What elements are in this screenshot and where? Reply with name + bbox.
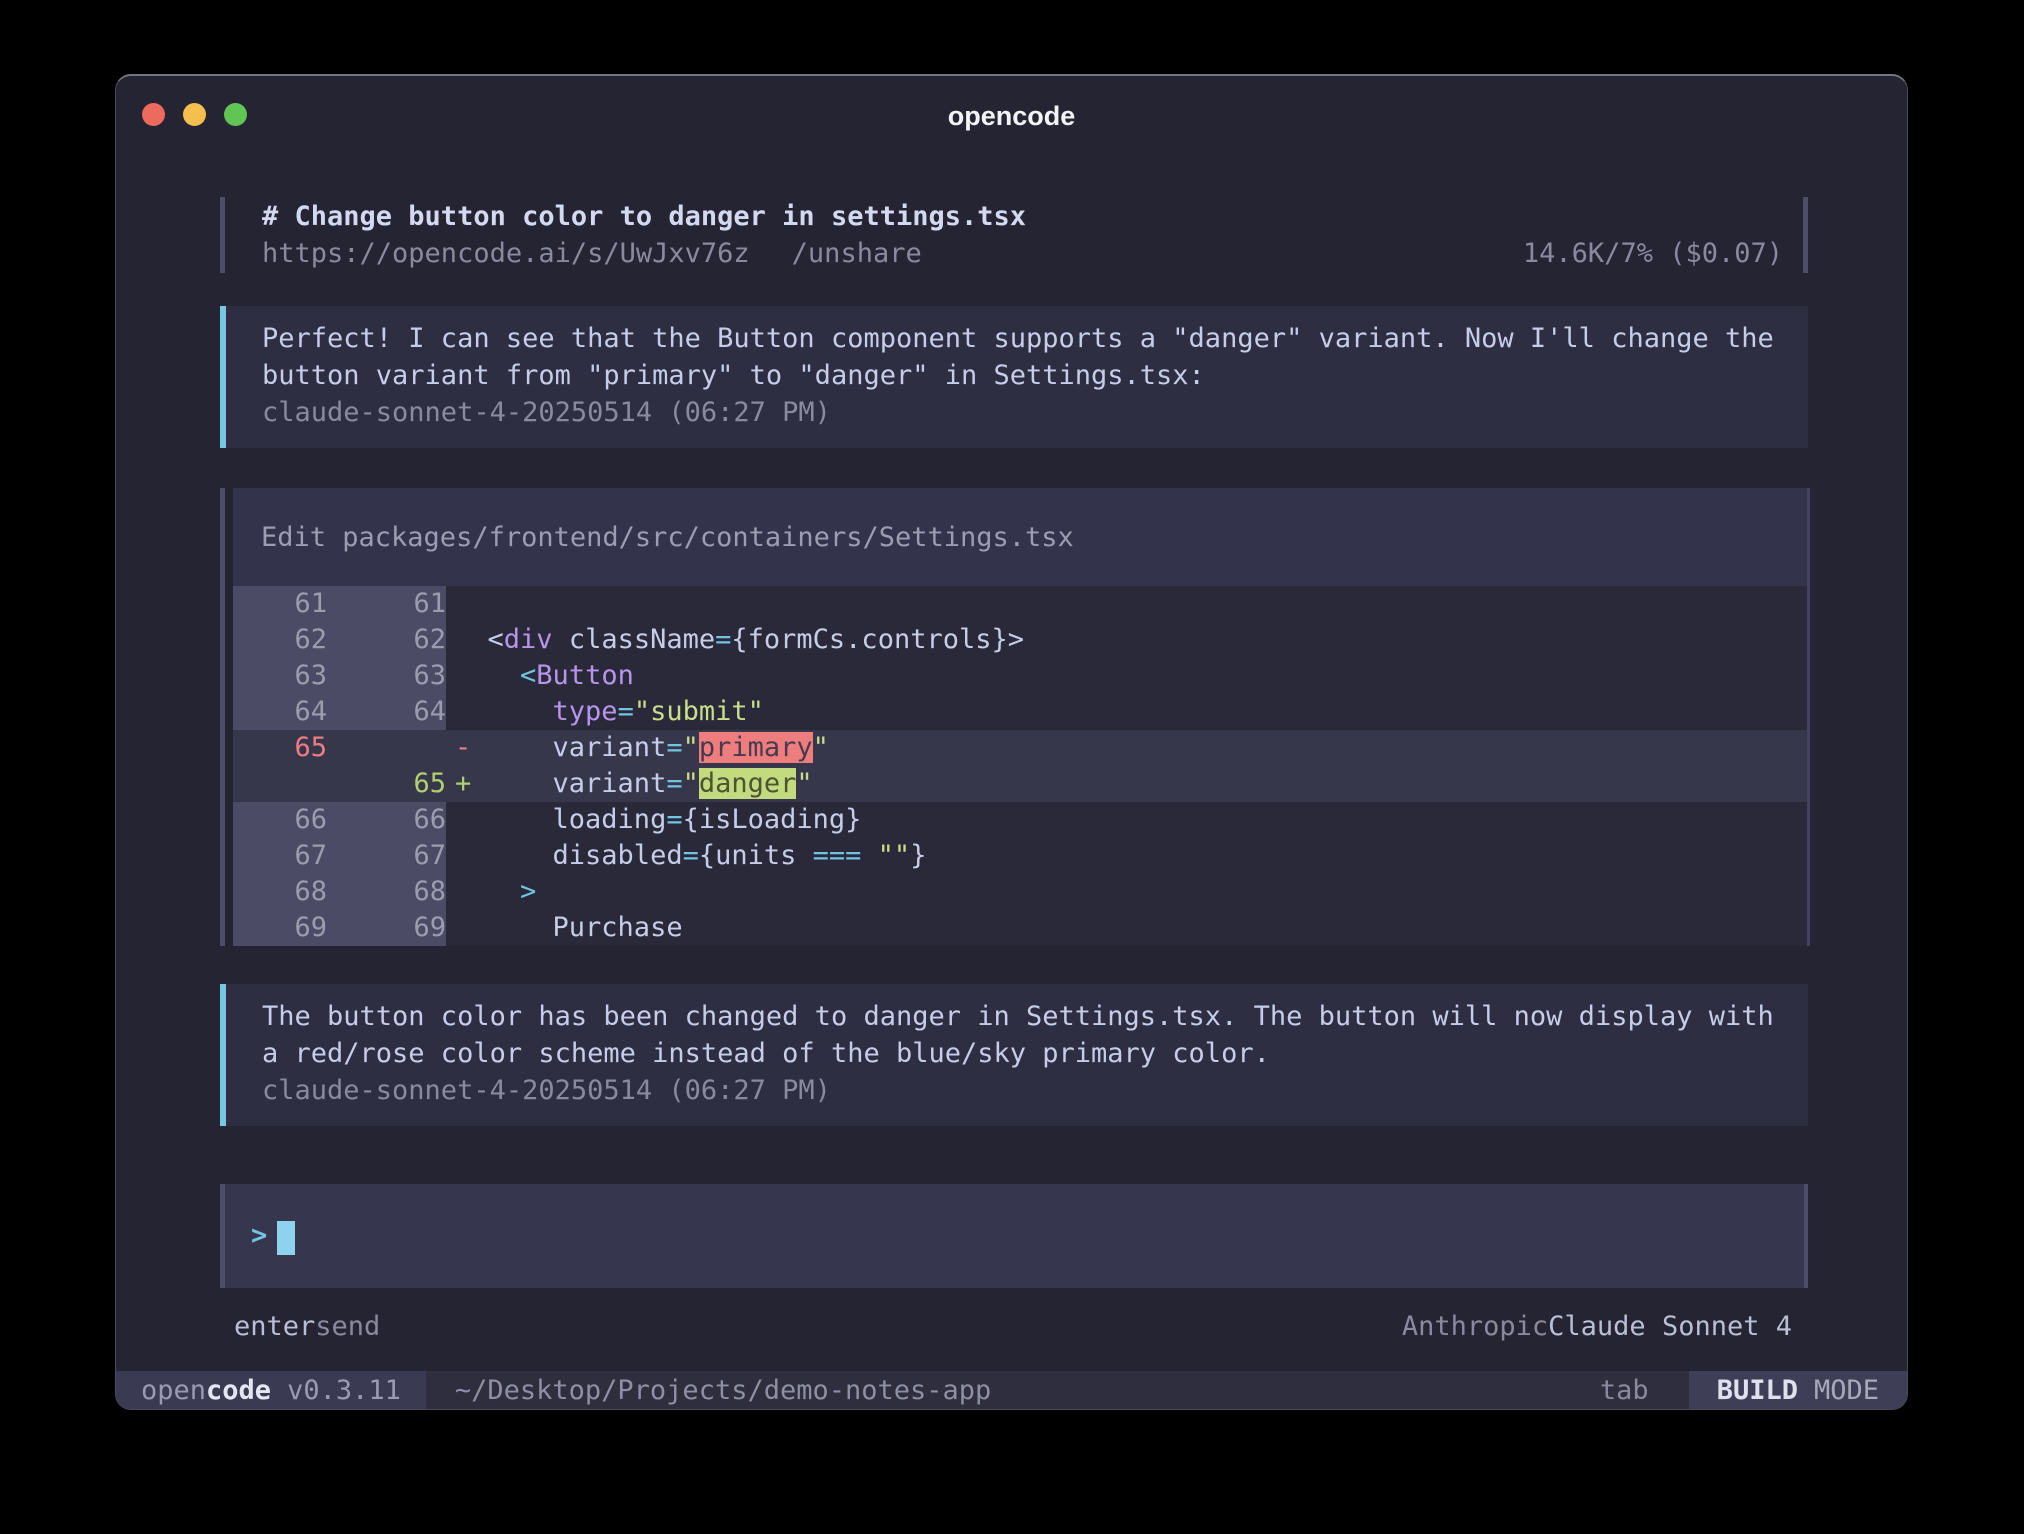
mode-name: BUILD <box>1717 1375 1798 1406</box>
hints-row: enter send Anthropic Claude Sonnet 4 <box>220 1308 1808 1345</box>
app-window: opencode # Change button color to danger… <box>115 74 1908 1410</box>
app-version: v0.3.11 <box>287 1375 401 1406</box>
send-action-hint: send <box>315 1308 380 1345</box>
context-marker <box>455 694 471 730</box>
message-text: The button color has been changed to dan… <box>262 998 1778 1035</box>
app-name-code: code <box>206 1375 271 1406</box>
context-marker <box>455 658 471 694</box>
token-cost-stats: 14.6K/7% ($0.07) <box>1523 235 1783 272</box>
diff-row: 6363 <Button <box>233 658 1807 694</box>
diff-row: 6262 <div className={formCs.controls}> <box>233 622 1807 658</box>
header-spacer <box>922 235 1523 272</box>
diff-row: 6666 loading={isLoading} <box>233 802 1807 838</box>
tab-key-hint: tab <box>1600 1375 1649 1406</box>
prompt-symbol: > <box>251 1220 267 1251</box>
edit-file-title: Edit packages/frontend/src/containers/Se… <box>233 488 1807 555</box>
context-marker <box>455 910 471 946</box>
edit-tool-card: Edit packages/frontend/src/containers/Se… <box>220 488 1810 946</box>
mode-suffix: MODE <box>1814 1375 1879 1406</box>
message-text: button variant from "primary" to "danger… <box>262 357 1778 394</box>
text-cursor <box>277 1221 295 1255</box>
context-marker <box>455 838 471 874</box>
screen: opencode # Change button color to danger… <box>0 0 2024 1534</box>
message-text: a red/rose color scheme instead of the b… <box>262 1035 1778 1072</box>
diff-view: 6161 6262 <div className={formCs.control… <box>233 586 1807 946</box>
prompt-input[interactable]: > <box>220 1184 1808 1288</box>
session-title: # Change button color to danger in setti… <box>262 198 1783 235</box>
window-title: opencode <box>116 101 1907 132</box>
assistant-message: The button color has been changed to dan… <box>220 984 1808 1126</box>
working-directory: ~/Desktop/Projects/demo-notes-app <box>455 1375 991 1406</box>
edit-card-border <box>220 488 225 946</box>
share-url-link[interactable]: https://opencode.ai/s/UwJxv76z <box>262 235 750 272</box>
titlebar: opencode <box>116 76 1907 196</box>
added-marker: + <box>455 766 471 802</box>
app-name-open: open <box>141 1375 206 1406</box>
message-model-timestamp: claude-sonnet-4-20250514 (06:27 PM) <box>262 1072 1778 1109</box>
session-header: # Change button color to danger in setti… <box>220 197 1808 273</box>
diff-row: 65+ variant="danger" <box>233 766 1807 802</box>
message-model-timestamp: claude-sonnet-4-20250514 (06:27 PM) <box>262 394 1778 431</box>
context-marker <box>455 586 471 622</box>
status-bar: opencode v0.3.11 ~/Desktop/Projects/demo… <box>116 1371 1907 1409</box>
unshare-command[interactable]: /unshare <box>792 235 922 272</box>
diff-row: 6767 disabled={units === ""} <box>233 838 1807 874</box>
edit-card-body: Edit packages/frontend/src/containers/Se… <box>233 488 1810 946</box>
assistant-message: Perfect! I can see that the Button compo… <box>220 306 1808 448</box>
context-marker <box>455 802 471 838</box>
model-label: Claude Sonnet 4 <box>1548 1308 1792 1345</box>
context-marker <box>455 874 471 910</box>
diff-row: 6969 Purchase <box>233 910 1807 946</box>
provider-label: Anthropic <box>1402 1308 1548 1345</box>
diff-row: 6161 <box>233 586 1807 622</box>
version-chip: opencode v0.3.11 <box>116 1371 426 1409</box>
context-marker <box>455 622 471 658</box>
diff-row: 65- variant="primary" <box>233 730 1807 766</box>
mode-toggle[interactable]: BUILD MODE <box>1689 1371 1907 1409</box>
enter-key-hint: enter <box>234 1308 315 1345</box>
diff-row: 6464 type="submit" <box>233 694 1807 730</box>
message-text: Perfect! I can see that the Button compo… <box>262 320 1778 357</box>
diff-row: 6868 > <box>233 874 1807 910</box>
hints-spacer <box>380 1308 1402 1345</box>
removed-marker: - <box>455 730 471 766</box>
